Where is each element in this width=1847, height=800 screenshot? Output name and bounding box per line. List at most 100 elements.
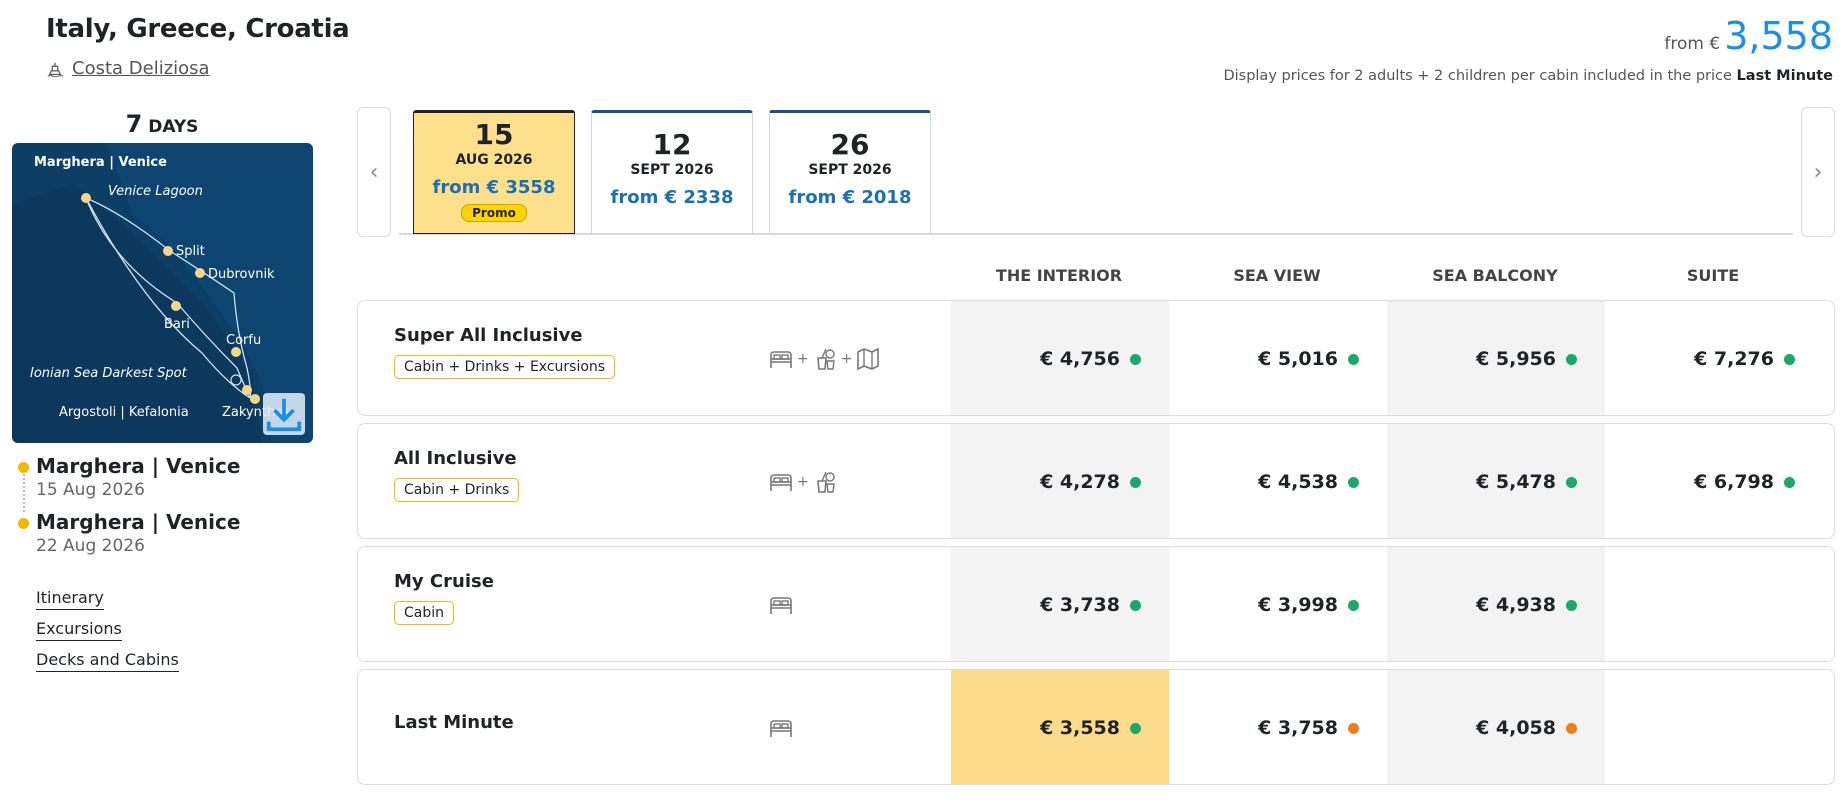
price-value: € 3,758 [1258, 717, 1338, 739]
date-carousel: ‹ 15 AUG 2026 from € 3558 Promo 12 SEPT … [357, 107, 1835, 237]
link-decks-label: Decks and Cabins [36, 650, 179, 672]
availability-dot [1566, 353, 1577, 365]
price-cell-suite [1605, 670, 1823, 784]
fare-row: My Cruise Cabin € 3,738 € 3,998 € 4,938 [357, 546, 1835, 662]
price-cell-sea-balcony[interactable]: € 4,058 [1387, 670, 1605, 784]
stop-name: Marghera | Venice [36, 510, 241, 534]
fare-icons [768, 547, 794, 661]
fare-row: Super All Inclusive Cabin + Drinks + Excu… [357, 300, 1835, 416]
stop-date: 15 Aug 2026 [36, 480, 145, 500]
price-header: from €3,558 Display prices for 2 adults … [1223, 14, 1833, 84]
disclaimer-fare: Last Minute [1736, 68, 1833, 84]
bed-icon [770, 720, 792, 737]
ship-icon [47, 62, 64, 77]
price-cell-the-interior[interactable]: € 4,278 [951, 424, 1169, 538]
fare-icons: + + [768, 301, 881, 415]
bed-icon [770, 597, 792, 614]
map-label-ionian: Ionian Sea Darkest Spot [30, 366, 188, 381]
date-month: SEPT 2026 [630, 162, 714, 178]
date-tab-2[interactable]: 12 SEPT 2026 from € 2338 [591, 110, 753, 234]
price-cell-sea-balcony[interactable]: € 5,956 [1387, 301, 1605, 415]
availability-dot [1130, 722, 1141, 734]
link-decks-cabins[interactable]: Decks and Cabins [36, 650, 179, 672]
fare-icons: + [768, 424, 838, 538]
price-value: € 6,798 [1694, 471, 1774, 493]
price-cell-sea-balcony[interactable]: € 5,478 [1387, 424, 1605, 538]
fare-row: All Inclusive Cabin + Drinks + € 4,278 € 4,5… [357, 423, 1835, 539]
next-dates-button[interactable]: › [1801, 107, 1835, 237]
price-cell-sea-view[interactable]: € 5,016 [1169, 301, 1387, 415]
stop-name: Marghera | Venice [36, 454, 241, 478]
availability-dot [1130, 476, 1141, 488]
plus-sign: + [797, 474, 809, 490]
date-day: 12 [652, 128, 692, 161]
price-cell-sea-balcony[interactable]: € 4,938 [1387, 547, 1605, 661]
map-pin [231, 347, 241, 357]
availability-dot [1566, 722, 1577, 734]
duration-unit: DAYS [148, 117, 199, 137]
date-month: AUG 2026 [455, 152, 533, 168]
price-value: € 5,956 [1476, 348, 1556, 370]
ship-link[interactable]: Costa Deliziosa [46, 58, 210, 79]
link-excursions[interactable]: Excursions [36, 619, 179, 641]
map-pin [163, 246, 173, 256]
fare-name: All Inclusive [394, 448, 517, 469]
fare-row: Last Minute € 3,558 € 3,758 € 4,058 [357, 669, 1835, 785]
fare-name: My Cruise [394, 571, 494, 592]
map-icon [857, 347, 880, 371]
page-title: Italy, Greece, Croatia [46, 14, 350, 44]
availability-dot [1348, 476, 1359, 488]
plus-sign: + [797, 351, 809, 367]
bed-icon [770, 474, 792, 491]
link-itinerary[interactable]: Itinerary [36, 588, 179, 610]
fare-name: Super All Inclusive [394, 325, 583, 346]
date-month: SEPT 2026 [808, 162, 892, 178]
map-pin [242, 385, 252, 395]
price-value: € 3,738 [1040, 594, 1120, 616]
map-pin [195, 268, 205, 278]
fare-includes-badge: Cabin + Drinks + Excursions [394, 355, 616, 379]
price-value: € 4,278 [1040, 471, 1120, 493]
price-cell-suite[interactable]: € 6,798 [1605, 424, 1823, 538]
price-value: € 4,756 [1040, 348, 1120, 370]
fare-icons [768, 670, 794, 784]
itinerary-stops: Marghera | Venice 15 Aug 2026 Marghera |… [18, 454, 240, 566]
date-tab-1[interactable]: 15 AUG 2026 from € 3558 Promo [413, 110, 575, 234]
map-label-venice: Venice Lagoon [108, 184, 203, 199]
price-cell-sea-view[interactable]: € 4,538 [1169, 424, 1387, 538]
section-links: Itinerary Excursions Decks and Cabins [36, 588, 179, 681]
bed-icon [770, 351, 792, 368]
map-label-split: Split [176, 244, 205, 259]
link-itinerary-label: Itinerary [36, 588, 104, 610]
price-cell-sea-view[interactable]: € 3,998 [1169, 547, 1387, 661]
map-title: Marghera | Venice [34, 155, 167, 170]
chevron-left-icon: ‹ [369, 159, 379, 185]
itinerary-map[interactable]: Marghera | Venice Venice Lagoon Split Du… [12, 143, 313, 443]
price-cell-suite[interactable]: € 7,276 [1605, 301, 1823, 415]
date-day: 26 [830, 128, 870, 161]
prev-dates-button[interactable]: ‹ [357, 107, 391, 237]
map-label-corfu: Corfu [226, 333, 261, 348]
price-value: € 4,058 [1476, 717, 1556, 739]
date-tab-3[interactable]: 26 SEPT 2026 from € 2018 [769, 110, 931, 234]
col-suite: SUITE [1686, 266, 1740, 285]
map-pin [81, 193, 91, 203]
availability-dot [1784, 353, 1795, 365]
availability-dot [1566, 476, 1577, 488]
price-cell-the-interior[interactable]: € 4,756 [951, 301, 1169, 415]
price-value: € 5,016 [1258, 348, 1338, 370]
availability-dot [1130, 353, 1141, 365]
fare-includes-badge: Cabin [394, 601, 455, 625]
availability-dot [1784, 476, 1795, 488]
price-cell-sea-view[interactable]: € 3,758 [1169, 670, 1387, 784]
price-cell-the-interior[interactable]: € 3,558 [951, 670, 1169, 784]
cabin-column-headers: THE INTERIOR SEA VIEW SEA BALCONY SUITE [950, 266, 1835, 290]
link-excursions-label: Excursions [36, 619, 122, 641]
disclaimer-text: Display prices for 2 adults + 2 children… [1223, 68, 1732, 84]
fare-includes-badge: Cabin + Drinks [394, 478, 520, 502]
chevron-right-icon: › [1813, 159, 1823, 185]
col-sea-view: SEA VIEW [1233, 266, 1321, 285]
date-day: 15 [474, 118, 514, 151]
price-cell-the-interior[interactable]: € 3,738 [951, 547, 1169, 661]
download-map-button[interactable] [263, 393, 305, 435]
